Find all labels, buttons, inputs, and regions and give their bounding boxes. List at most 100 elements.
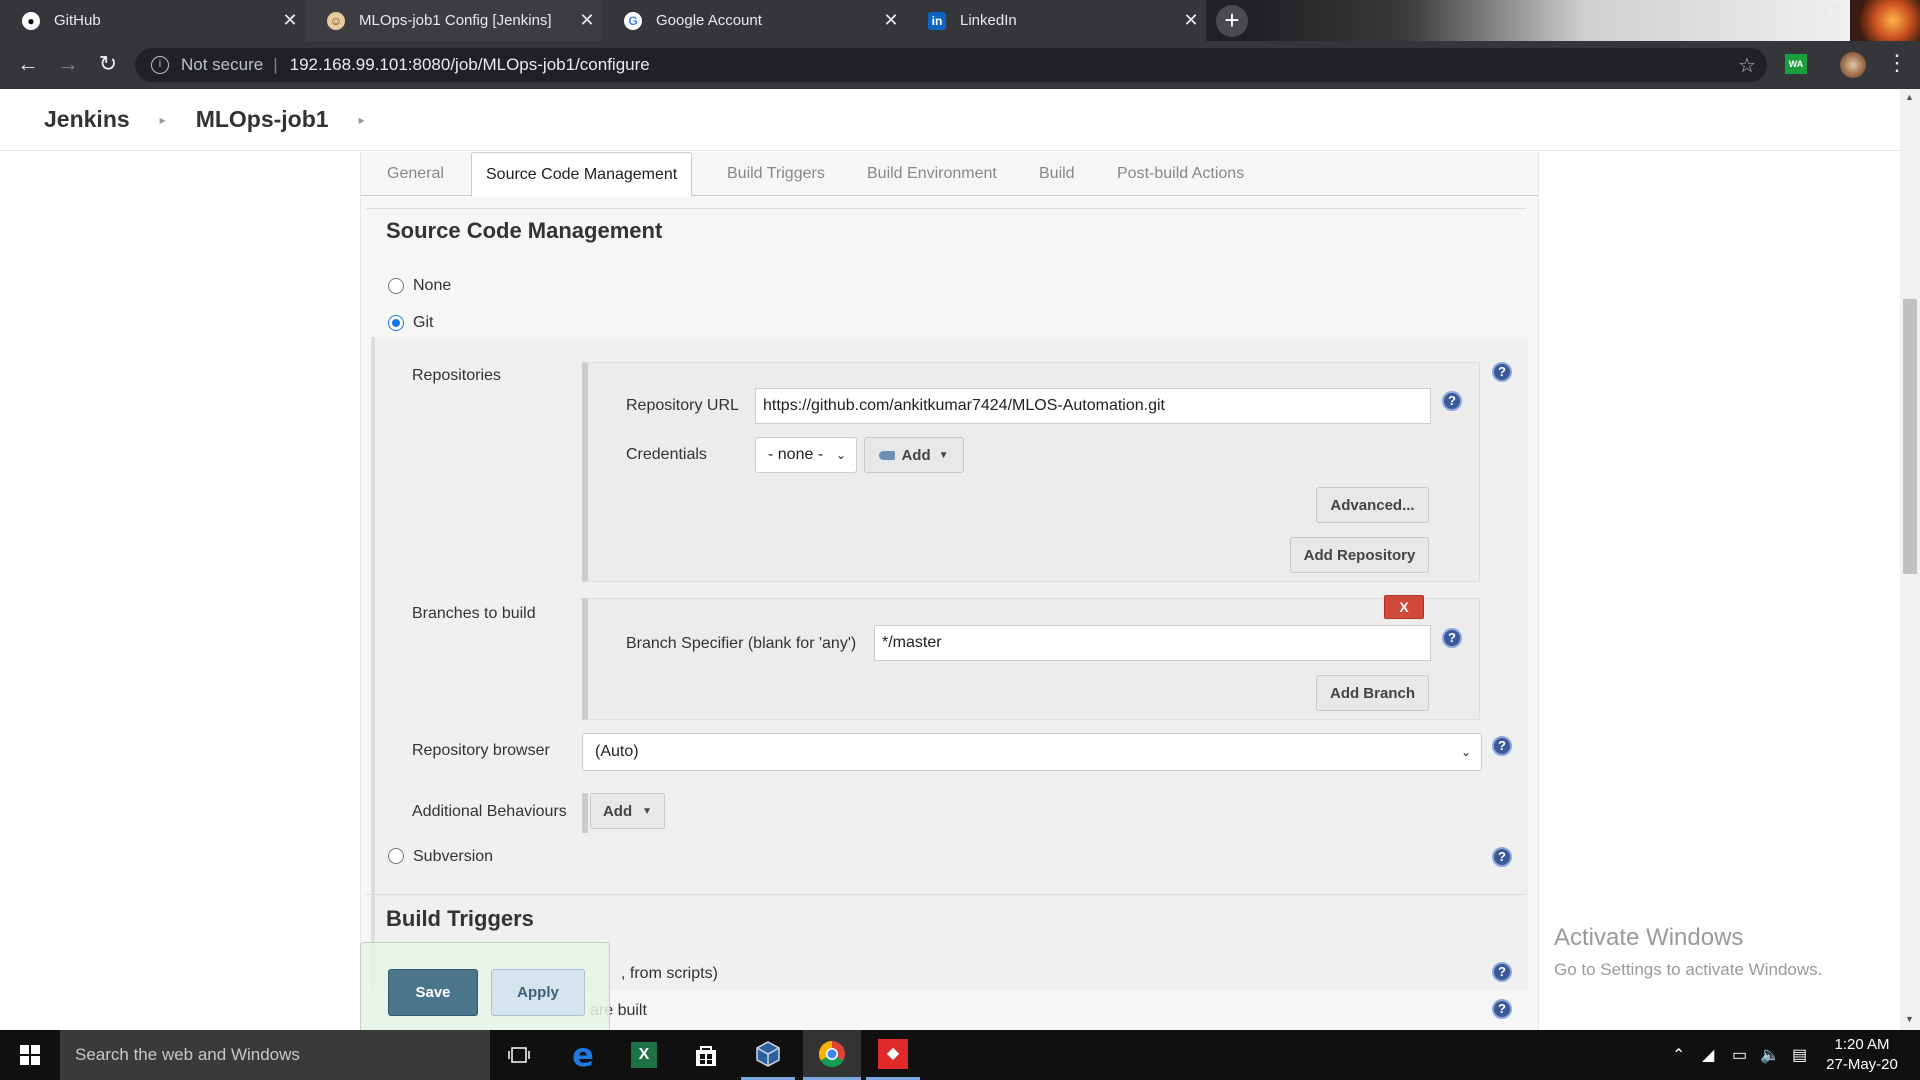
repository-url-input[interactable]: https://github.com/ankitkumar7424/MLOS-A… [755,388,1431,424]
restore-icon[interactable]: ❐ [1824,4,1840,25]
whatsapp-extension-icon[interactable]: WA [1785,54,1807,74]
branches-label: Branches to build [412,605,536,622]
scroll-up-arrow-icon[interactable]: ▲ [1905,92,1914,102]
help-icon[interactable]: ? [1492,962,1512,982]
address-bar[interactable]: i Not secure | 192.168.99.101:8080/job/M… [135,48,1767,82]
help-icon[interactable]: ? [1492,362,1512,382]
show-hidden-icons-icon[interactable]: ⌃ [1672,1045,1685,1065]
excel-icon[interactable]: X [617,1030,671,1080]
tab-title: Google Account [656,12,762,29]
reload-icon[interactable]: ↻ [93,51,123,77]
tab-build[interactable]: Build [1025,152,1089,196]
clock-time: 1:20 AM [1834,1036,1890,1053]
scm-subversion-radio[interactable] [388,848,404,864]
key-icon [879,450,896,460]
breadcrumb-separator-icon[interactable]: ▸ [160,113,166,127]
edge-browser-icon[interactable]: e [556,1030,610,1080]
task-view-icon[interactable] [492,1030,546,1080]
battery-icon[interactable]: ▭ [1732,1045,1747,1065]
tab-source-code-management[interactable]: Source Code Management [471,152,693,197]
breadcrumb-jenkins[interactable]: Jenkins [44,106,130,133]
add-credentials-label: Add [901,446,931,464]
add-behaviour-label: Add [602,802,633,820]
help-icon[interactable]: ? [1492,999,1512,1019]
apply-button[interactable]: Apply [491,969,585,1016]
browser-tab-google-account[interactable]: G Google Account ✕ [602,0,906,41]
url-text[interactable]: 192.168.99.101:8080/job/MLOps-job1/confi… [290,55,1727,75]
chrome-icon[interactable] [803,1030,861,1080]
scrollbar-thumb[interactable] [1903,299,1917,574]
branch-specifier-input[interactable]: */master [874,625,1431,661]
network-icon[interactable]: ◢ [1702,1045,1714,1065]
help-icon[interactable]: ? [1492,847,1512,867]
close-window-area[interactable] [1852,0,1920,41]
help-icon[interactable]: ? [1442,391,1462,411]
credentials-value: - none - [768,446,824,463]
browser-tab-linkedin[interactable]: in LinkedIn ✕ [906,0,1206,41]
github-icon: ● [22,11,40,30]
tab-title: MLOps-job1 Config [Jenkins] [359,12,552,29]
start-button[interactable] [0,1030,60,1080]
info-icon[interactable]: i [151,56,169,74]
add-repository-button[interactable]: Add Repository [1290,537,1429,573]
store-icon[interactable] [679,1030,733,1080]
add-credentials-button[interactable]: Add ▼ [864,437,964,473]
caret-down-icon: ▼ [642,805,653,817]
breadcrumb-separator-icon[interactable]: ▸ [359,113,365,127]
profile-avatar[interactable] [1840,52,1866,78]
virtualbox-icon[interactable] [741,1030,795,1080]
section-divider [366,894,1526,895]
behaviours-indent-bar [582,793,588,833]
action-center-icon[interactable]: ▤ [1792,1045,1807,1065]
back-arrow-icon[interactable]: ← [13,51,43,77]
repository-browser-select[interactable]: (Auto) ⌄ [582,733,1482,771]
tab-post-build-actions[interactable]: Post-build Actions [1103,152,1258,196]
minimize-icon[interactable]: — [1768,4,1786,25]
page-scrollbar[interactable]: ▲ ▼ [1900,89,1920,1030]
repository-browser-value: (Auto) [595,743,639,760]
scm-subversion-label[interactable]: Subversion [413,848,493,866]
close-tab-icon[interactable]: ✕ [572,10,602,31]
clock-date: 27-May-20 [1826,1056,1898,1073]
tab-build-environment[interactable]: Build Environment [853,152,1011,196]
section-divider [366,208,1526,209]
caret-down-icon: ▼ [938,449,949,461]
browser-tab-jenkins[interactable]: ☺ MLOps-job1 Config [Jenkins] ✕ [305,0,602,41]
anydesk-icon[interactable]: ◆ [866,1030,920,1080]
breadcrumb-job[interactable]: MLOps-job1 [196,106,329,133]
save-button[interactable]: Save [388,969,478,1016]
scm-git-label[interactable]: Git [413,314,433,332]
taskbar-clock[interactable]: 1:20 AM 27-May-20 [1822,1035,1902,1075]
add-behaviour-button[interactable]: Add ▼ [590,793,665,829]
tab-general[interactable]: General [373,152,458,196]
new-tab-button[interactable]: + [1216,5,1248,37]
add-branch-button[interactable]: Add Branch [1316,675,1429,711]
credentials-select[interactable]: - none - ⌄ [755,437,857,473]
scroll-down-arrow-icon[interactable]: ▼ [1905,1014,1914,1024]
scm-none-radio[interactable] [388,278,404,294]
browser-tab-github[interactable]: ● GitHub ✕ [0,0,305,41]
forward-arrow-icon[interactable]: → [53,51,83,77]
tab-title: LinkedIn [960,12,1017,29]
advanced-button[interactable]: Advanced... [1316,487,1429,523]
delete-branch-button[interactable]: X [1384,595,1424,619]
window-background-photo [1260,0,1850,41]
scm-section-title: Source Code Management [386,218,663,243]
help-icon[interactable]: ? [1492,736,1512,756]
bookmark-star-icon[interactable]: ☆ [1727,53,1767,78]
help-icon[interactable]: ? [1442,628,1462,648]
close-tab-icon[interactable]: ✕ [1176,10,1206,31]
taskbar-search-box[interactable]: Search the web and Windows [60,1030,490,1080]
browser-menu-icon[interactable]: ⋮ [1886,50,1908,76]
additional-behaviours-label: Additional Behaviours [412,803,567,820]
scm-none-label[interactable]: None [413,277,451,295]
close-tab-icon[interactable]: ✕ [876,10,906,31]
scm-git-radio[interactable] [388,315,404,331]
chevron-down-icon: ⌄ [1460,745,1471,759]
volume-icon[interactable]: 🔈 [1760,1045,1780,1065]
browser-toolbar: ← → ↻ i Not secure | 192.168.99.101:8080… [0,41,1920,89]
separator: | [273,55,278,74]
close-tab-icon[interactable]: ✕ [275,10,305,31]
tab-build-triggers[interactable]: Build Triggers [713,152,839,196]
watermark-subtitle: Go to Settings to activate Windows. [1554,960,1823,979]
